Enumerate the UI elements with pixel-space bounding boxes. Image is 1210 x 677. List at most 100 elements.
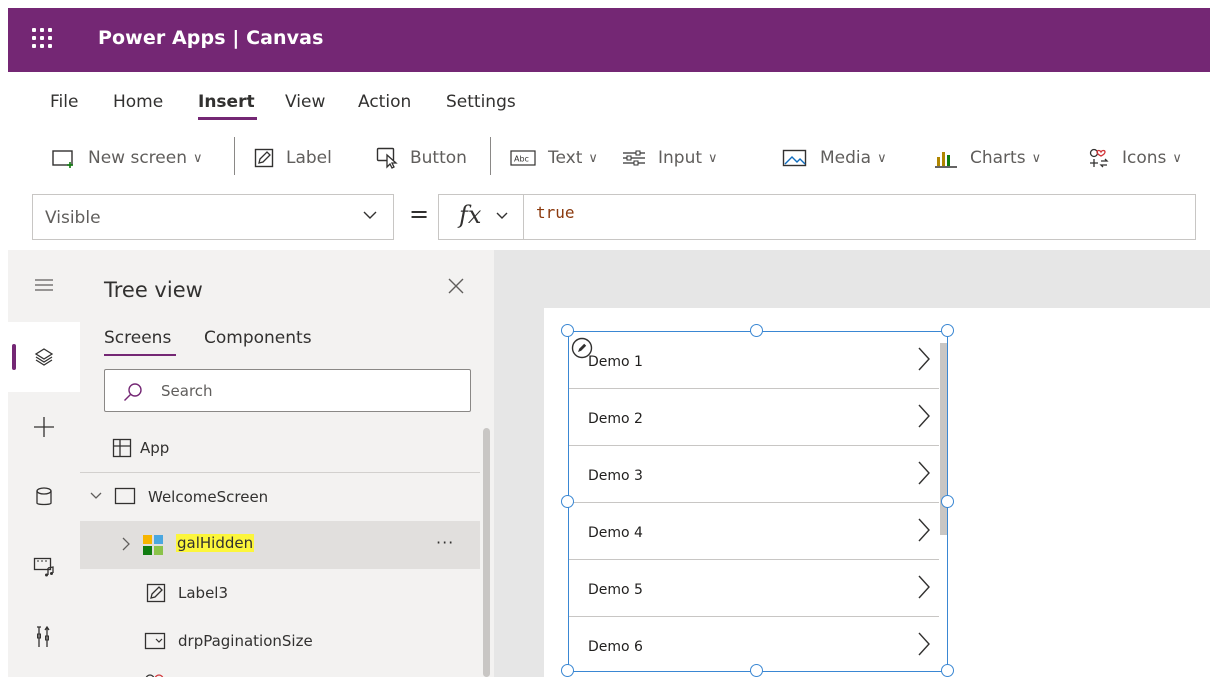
chevron-down-icon: ∨ [877,150,887,166]
partial-icon [144,670,166,677]
gallery-item[interactable]: Demo 2 [569,389,939,446]
tab-view[interactable]: View [285,92,325,112]
tools-icon [37,626,50,647]
advanced-tools-button[interactable] [8,602,80,672]
tree-item-welcomescreen[interactable]: WelcomeScreen [80,473,480,521]
svg-text:Abc: Abc [514,155,529,164]
tree-item-galhidden[interactable]: galHidden ··· [80,521,480,569]
chevron-right-icon[interactable] [917,517,931,543]
fx-icon: fx [459,201,482,229]
gallery-item-title: Demo 1 [588,354,643,370]
tree-item-label: WelcomeScreen [148,488,269,506]
search-placeholder: Search [161,382,213,400]
close-icon[interactable] [446,276,466,296]
chevron-right-icon[interactable] [917,460,931,486]
input-menu[interactable]: Input ∨ [622,145,718,171]
button-icon [376,147,398,169]
bar-chart-icon [935,152,957,168]
button-label: Button [410,148,467,168]
chevron-right-icon[interactable] [122,537,130,551]
property-dropdown[interactable]: Visible [32,194,394,240]
database-icon [36,487,52,506]
tab-components[interactable]: Components [204,328,312,348]
tab-action[interactable]: Action [358,92,411,112]
data-button[interactable] [8,462,80,532]
charts-menu[interactable]: Charts ∨ [934,145,1041,171]
tree-item-label: galHidden [176,534,255,552]
new-screen-button[interactable]: New screen ∨ [52,145,203,171]
active-tab-indicator [198,117,257,120]
resize-handle[interactable] [750,664,763,677]
gallery-item-title: Demo 6 [588,639,643,655]
highlighted-name: galHidden [176,534,255,552]
label-icon [146,583,166,603]
edit-pencil-icon[interactable] [571,337,593,359]
formula-input[interactable]: true [524,194,1196,240]
resize-handle[interactable] [941,324,954,337]
app-title: Power Apps | Canvas [98,27,324,49]
search-icon [124,383,142,401]
chevron-down-icon[interactable] [90,492,102,500]
tree-item-drppaginationsize[interactable]: drpPaginationSize [80,617,480,665]
more-options-icon[interactable]: ··· [436,533,454,552]
media-label: Media [820,148,872,168]
input-sliders-icon [623,150,645,166]
tab-screens[interactable]: Screens [104,328,171,348]
label-button[interactable]: Label [254,145,332,171]
plus-icon [34,417,54,437]
resize-handle[interactable] [561,664,574,677]
tree-scrollbar[interactable] [483,428,490,677]
resize-handle[interactable] [941,664,954,677]
resize-handle[interactable] [750,324,763,337]
formula-text: true [536,203,575,222]
tree-search-input[interactable]: Search [104,369,471,412]
dropdown-icon [144,632,166,650]
tree-item-app[interactable]: App [80,424,480,472]
chevron-right-icon[interactable] [917,403,931,429]
media-button[interactable] [8,532,80,602]
tree-view-button[interactable] [8,322,80,392]
insert-toolbar: New screen ∨ Label Button Abc Text ∨ Input… [8,128,1210,188]
tree-view-panel: Tree view Screens Components Search App … [80,250,494,677]
tree-item-label3[interactable]: Label3 [80,569,480,617]
layers-icon [34,348,54,366]
function-button[interactable]: fx [438,194,524,240]
menu-bar: File Home Insert View Action Settings [8,72,1210,126]
gallery-item[interactable]: Demo 4 [569,503,939,560]
left-rail [8,250,80,677]
gallery-item[interactable]: Demo 3 [569,446,939,503]
screen-icon [114,487,136,505]
chevron-right-icon[interactable] [917,631,931,657]
resize-handle[interactable] [561,495,574,508]
equals-sign: = [409,200,430,228]
chevron-right-icon[interactable] [917,346,931,372]
chevron-down-icon: ∨ [588,150,598,166]
new-screen-label: New screen [88,148,187,168]
gallery-item-title: Demo 3 [588,468,643,484]
media-menu[interactable]: Media ∨ [782,145,887,171]
insert-button[interactable] [8,392,80,462]
text-menu[interactable]: Abc Text ∨ [510,145,598,171]
tab-insert[interactable]: Insert [198,92,255,112]
resize-handle[interactable] [941,495,954,508]
property-value: Visible [45,208,101,228]
app-launcher-icon[interactable] [32,28,56,52]
input-label: Input [658,148,703,168]
gallery-item[interactable]: Demo 1 [569,332,939,389]
button-button[interactable]: Button [376,145,467,171]
tab-settings[interactable]: Settings [446,92,516,112]
chevron-right-icon[interactable] [917,574,931,600]
gallery-item[interactable]: Demo 5 [569,560,939,617]
resize-handle[interactable] [561,324,574,337]
tab-file[interactable]: File [50,92,78,112]
chevron-down-icon: ∨ [193,150,203,166]
gallery-galhidden[interactable]: Demo 1 Demo 2 Demo 3 Demo 4 Demo 5 Demo … [568,331,948,672]
hamburger-button[interactable] [8,250,80,320]
chevron-down-icon: ∨ [1031,150,1042,166]
tree-item-label: Label3 [178,584,229,602]
media-icon [33,557,54,577]
title-bar: Power Apps | Canvas [0,0,1210,72]
icons-menu[interactable]: Icons ∨ [1088,145,1182,171]
gallery-icon [143,535,163,555]
tab-home[interactable]: Home [113,92,163,112]
